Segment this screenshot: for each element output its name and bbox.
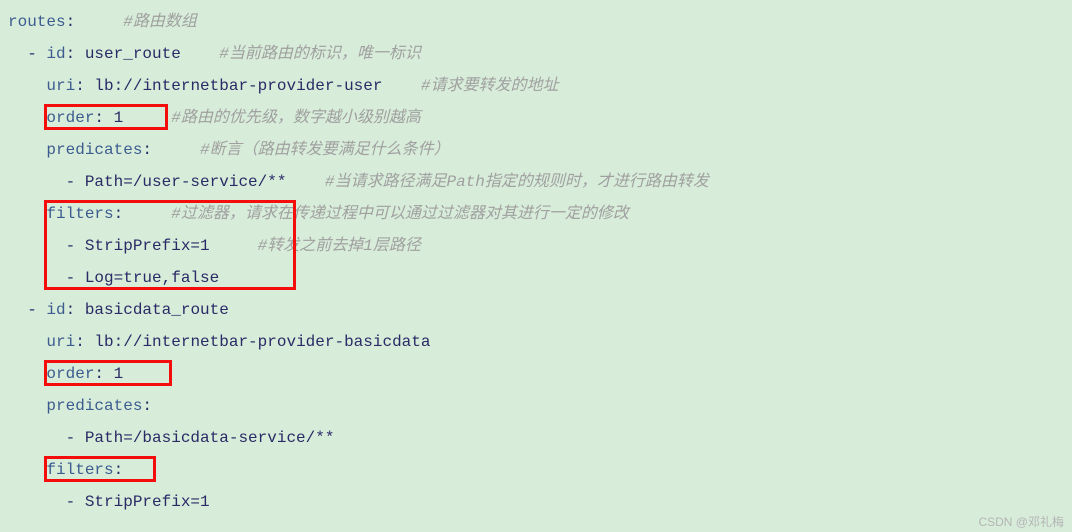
- yaml-value: Path=/basicdata-service/**: [85, 429, 335, 447]
- yaml-key: predicates: [8, 141, 142, 159]
- comment: #转发之前去掉1层路径: [258, 237, 421, 255]
- code-line: - Path=/user-service/** #当请求路径满足Path指定的规…: [8, 166, 1064, 198]
- colon: :: [142, 141, 152, 159]
- code-line: - StripPrefix=1 #转发之前去掉1层路径: [8, 230, 1064, 262]
- yaml-value: lb://internetbar-provider-user: [85, 77, 383, 95]
- code-line: uri: lb://internetbar-provider-basicdata: [8, 326, 1064, 358]
- yaml-key: uri: [8, 77, 75, 95]
- code-line: predicates:: [8, 390, 1064, 422]
- code-line: - id: user_route #当前路由的标识，唯一标识: [8, 38, 1064, 70]
- yaml-dash: -: [8, 493, 85, 511]
- code-line: predicates: #断言（路由转发要满足什么条件）: [8, 134, 1064, 166]
- comment: #当前路由的标识，唯一标识: [219, 45, 421, 63]
- colon: :: [75, 77, 85, 95]
- yaml-value: Path=/user-service/**: [85, 173, 287, 191]
- yaml-value: StripPrefix=1: [85, 237, 210, 255]
- comment: #路由的优先级，数字越小级别越高: [171, 109, 421, 127]
- yaml-key: filters: [8, 205, 114, 223]
- yaml-value: Log=true,false: [85, 269, 219, 287]
- yaml-value: user_route: [75, 45, 181, 63]
- watermark: CSDN @邓礼梅: [978, 516, 1064, 528]
- colon: :: [142, 397, 152, 415]
- code-line: routes: #路由数组: [8, 6, 1064, 38]
- comment: #路由数组: [123, 13, 197, 31]
- comment: #过滤器，请求在传递过程中可以通过过滤器对其进行一定的修改: [171, 205, 629, 223]
- colon: :: [114, 205, 124, 223]
- code-line: order: 1 #路由的优先级，数字越小级别越高: [8, 102, 1064, 134]
- code-line: order: 1: [8, 358, 1064, 390]
- comment: #请求要转发的地址: [421, 77, 559, 95]
- yaml-key: filters: [8, 461, 114, 479]
- code-line: uri: lb://internetbar-provider-user #请求要…: [8, 70, 1064, 102]
- code-line: filters: #过滤器，请求在传递过程中可以通过过滤器对其进行一定的修改: [8, 198, 1064, 230]
- yaml-value: StripPrefix=1: [85, 493, 210, 511]
- yaml-dash: -: [8, 429, 85, 447]
- yaml-value: basicdata_route: [75, 301, 229, 319]
- yaml-dash: -: [8, 45, 46, 63]
- colon: :: [94, 365, 104, 383]
- colon: :: [75, 333, 85, 351]
- yaml-dash: -: [8, 173, 85, 191]
- code-line: - id: basicdata_route: [8, 294, 1064, 326]
- comment: #断言（路由转发要满足什么条件）: [200, 141, 450, 159]
- yaml-dash: -: [8, 301, 46, 319]
- yaml-value: 1: [104, 109, 123, 127]
- yaml-key: routes: [8, 13, 66, 31]
- yaml-key: predicates: [8, 397, 142, 415]
- yaml-dash: -: [8, 237, 85, 255]
- yaml-key: uri: [8, 333, 75, 351]
- colon: :: [66, 301, 76, 319]
- yaml-key: id: [46, 301, 65, 319]
- colon: :: [94, 109, 104, 127]
- code-line: - StripPrefix=1: [8, 486, 1064, 518]
- yaml-key: order: [8, 365, 94, 383]
- code-line: - Path=/basicdata-service/**: [8, 422, 1064, 454]
- yaml-value: lb://internetbar-provider-basicdata: [85, 333, 431, 351]
- yaml-dash: -: [8, 269, 85, 287]
- colon: :: [66, 45, 76, 63]
- yaml-value: 1: [104, 365, 123, 383]
- colon: :: [66, 13, 76, 31]
- yaml-key: order: [8, 109, 94, 127]
- yaml-key: id: [46, 45, 65, 63]
- colon: :: [114, 461, 124, 479]
- comment: #当请求路径满足Path指定的规则时，才进行路由转发: [325, 173, 709, 191]
- code-line: - Log=true,false: [8, 262, 1064, 294]
- code-line: filters:: [8, 454, 1064, 486]
